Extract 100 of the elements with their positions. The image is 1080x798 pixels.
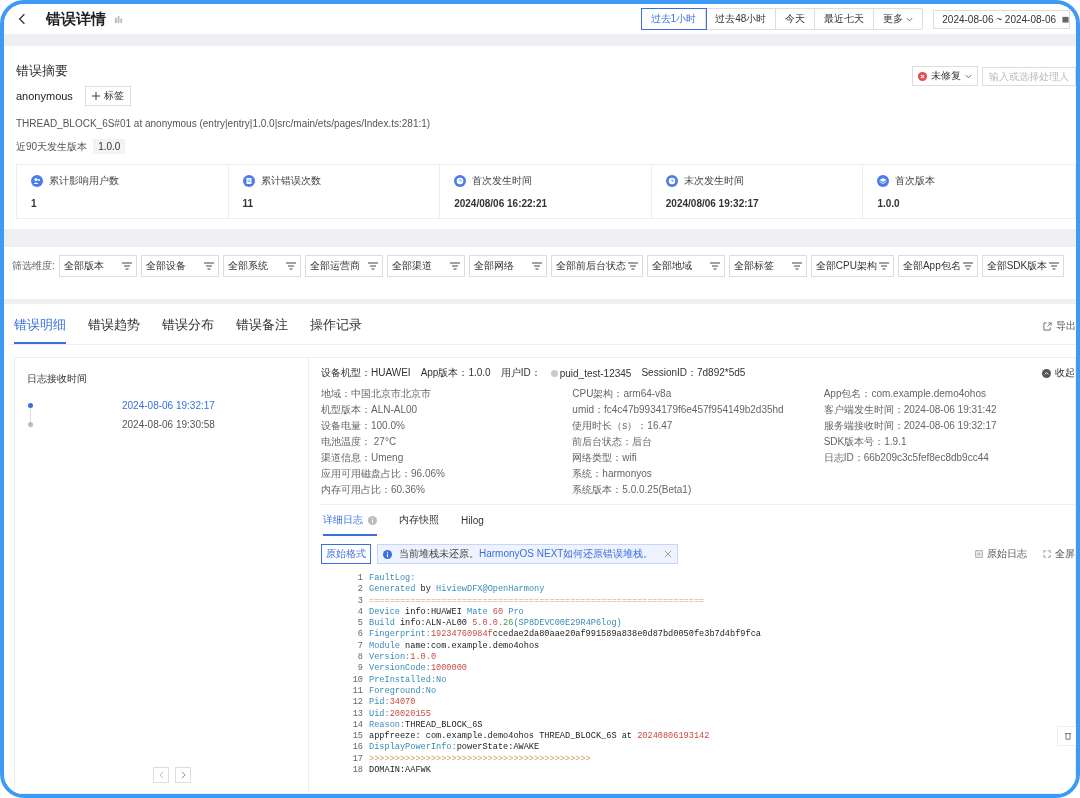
line-number: 9 bbox=[356, 663, 363, 675]
device-detail: 机型版本：ALN-AL00 bbox=[321, 404, 419, 416]
assignee-field[interactable]: 输入或选择处理人 bbox=[982, 66, 1076, 86]
log-tab[interactable]: 详细日志 bbox=[323, 513, 377, 536]
line-number: 14 bbox=[351, 719, 363, 732]
device-info-text: puid_test-12345 bbox=[559, 367, 632, 379]
fullscreen-button[interactable]: 全屏 bbox=[1043, 547, 1075, 561]
line-number: 15 bbox=[351, 731, 363, 743]
device-info-text: 设备机型：HUAWEI bbox=[321, 366, 411, 380]
line-number: 1 bbox=[356, 573, 363, 585]
device-detail: 系统：harmonyos bbox=[572, 468, 653, 480]
filter-dropdown[interactable]: 全部CPU架构 bbox=[810, 255, 894, 277]
device-detail: 设备电量：100.0% bbox=[321, 420, 406, 432]
log-line: ================================================================= bbox=[369, 595, 705, 607]
version-tag: 1.0.0 bbox=[93, 139, 126, 154]
line-number: 6 bbox=[356, 629, 363, 641]
help-link[interactable]: HarmonyOS NEXT如何还原错误堆栈。 bbox=[479, 547, 654, 561]
time-range-tab[interactable]: 过去1小时 bbox=[641, 9, 707, 29]
log-time-item[interactable]: 2024-08-06 19:30:58 bbox=[122, 419, 215, 430]
device-detail: 客户端发生时间：2024-08-06 19:31:42 bbox=[823, 404, 998, 416]
device-detail: CPU架构：arm64-v8a bbox=[572, 388, 673, 400]
stat-label: 首次发生时间 bbox=[472, 174, 533, 188]
time-range-tab[interactable]: 更多 bbox=[874, 9, 923, 29]
log-line: Pid:34070 bbox=[369, 697, 416, 709]
stat-label: 累计错误次数 bbox=[260, 174, 321, 188]
filter-dropdown[interactable]: 全部系统 bbox=[222, 255, 301, 277]
line-number: 11 bbox=[351, 685, 363, 698]
filter-dropdown[interactable]: 全部设备 bbox=[140, 255, 219, 277]
stat-value: 1.0.0 bbox=[877, 198, 901, 209]
line-number: 17 bbox=[351, 753, 363, 766]
filter-dropdown[interactable]: 全部网络 bbox=[468, 255, 547, 277]
time-range-tab[interactable]: 最近七天 bbox=[815, 9, 875, 29]
error-name: anonymous bbox=[16, 90, 73, 102]
filter-dropdown[interactable]: 全部渠道 bbox=[386, 255, 465, 277]
device-info-text: 用户ID： bbox=[500, 366, 541, 380]
device-detail: 日志ID：66b209c3c5fef8ec8db9cc44 bbox=[823, 452, 990, 464]
tab[interactable]: 错误备注 bbox=[236, 316, 288, 344]
log-line: Uid:20020155 bbox=[369, 708, 431, 720]
log-line: Foreground:No bbox=[369, 685, 437, 697]
tab[interactable]: 操作记录 bbox=[310, 316, 362, 344]
log-line: Build info:ALN-AL00 5.0.0.26(SP8DEVC00E29R4P6log) bbox=[369, 618, 622, 629]
log-line: PreInstalled:No bbox=[369, 674, 447, 686]
filter-dropdown[interactable]: 全部App包名 bbox=[897, 255, 978, 277]
device-detail: 电池温度： 27°C bbox=[321, 436, 398, 448]
device-detail: 网络类型：wifi bbox=[572, 452, 638, 464]
log-line: Device info:HUAWEI Mate 60 Pro bbox=[369, 606, 524, 618]
log-time-item[interactable]: 2024-08-06 19:32:17 bbox=[122, 400, 215, 411]
tab[interactable]: 错误明细 bbox=[14, 316, 66, 344]
log-line: DisplayPowerInfo:powerState:AWAKE bbox=[369, 742, 540, 754]
device-detail: 系统版本：5.0.0.25(Beta1) bbox=[572, 484, 693, 496]
log-line: DOMAIN:AAFWK bbox=[369, 765, 431, 777]
log-line: Fingerprint:19234760984fccedae2da80aae20af991589a838e0d87bd0050fe3b7d4bf9fca bbox=[369, 629, 761, 641]
log-tab[interactable]: 内存快照 bbox=[399, 513, 439, 536]
device-detail: 使用时长（s）：16.47 bbox=[572, 420, 674, 432]
stat-value: 2024/08/06 19:32:17 bbox=[665, 198, 760, 209]
tab[interactable]: 错误趋势 bbox=[88, 316, 140, 344]
time-range-tab[interactable]: 今天 bbox=[776, 9, 816, 29]
status-dropdown[interactable]: 未修复 bbox=[912, 66, 978, 86]
device-info-text: SessionID：7d892*5d5 bbox=[641, 366, 746, 380]
device-info-text: App版本：1.0.0 bbox=[420, 366, 491, 380]
line-number: 8 bbox=[356, 652, 363, 664]
device-detail: umid：fc4c47b9934179f6e457f954149b2d35hd bbox=[572, 404, 785, 416]
filter-dropdown[interactable]: 全部地域 bbox=[646, 255, 725, 277]
filter-dropdown[interactable]: 全部运营商 bbox=[304, 255, 383, 277]
line-number: 10 bbox=[351, 674, 363, 686]
raw-log-button[interactable]: 原始日志 bbox=[975, 547, 1027, 561]
page-title: 错误详情 bbox=[46, 9, 106, 29]
add-tag-button[interactable]: 标签 bbox=[84, 86, 131, 106]
device-detail: 应用可用磁盘占比：96.06% bbox=[321, 468, 446, 480]
stat-value: 1 bbox=[31, 198, 38, 209]
time-range-tab[interactable]: 过去48小时 bbox=[706, 9, 777, 29]
notice-text: 当前堆栈未还原。 bbox=[399, 547, 479, 561]
filter-dropdown[interactable]: 全部前后台状态 bbox=[550, 255, 643, 277]
versions-label: 近90天发生版本 bbox=[16, 139, 88, 154]
log-line: Generated by HiviewDFX@OpenHarmony bbox=[369, 584, 545, 596]
line-number: 13 bbox=[351, 708, 363, 720]
line-number: 12 bbox=[351, 697, 363, 709]
device-detail: 内存可用占比：60.36% bbox=[321, 484, 426, 496]
line-number: 4 bbox=[356, 606, 363, 619]
device-detail: 服务端接收时间：2024-08-06 19:32:17 bbox=[823, 420, 998, 432]
device-detail: App包名：com.example.demo4ohos bbox=[823, 388, 987, 400]
stat-value: 2024/08/06 16:22:21 bbox=[454, 198, 549, 209]
collapse-button[interactable]: 收起 bbox=[1042, 366, 1075, 380]
section-title: 错误摘要 bbox=[16, 62, 68, 80]
line-number: 3 bbox=[356, 595, 363, 607]
log-line: FaultLog: bbox=[369, 573, 416, 584]
filter-dropdown[interactable]: 全部SDK版本 bbox=[981, 255, 1065, 277]
line-number: 18 bbox=[351, 765, 363, 777]
log-tab[interactable]: Hilog bbox=[461, 513, 484, 536]
date-range-field[interactable]: 2024-08-06 ~ 2024-08-06 bbox=[933, 9, 1070, 29]
export-button[interactable]: 导出 bbox=[1043, 319, 1076, 333]
raw-format-button[interactable]: 原始格式 bbox=[321, 544, 371, 564]
stat-value: 11 bbox=[242, 198, 255, 209]
filter-dropdown[interactable]: 全部版本 bbox=[58, 255, 137, 277]
log-line: >>>>>>>>>>>>>>>>>>>>>>>>>>>>>>>>>>>>>>>>>>> bbox=[369, 753, 591, 766]
filter-dropdown[interactable]: 全部标签 bbox=[728, 255, 807, 277]
error-description: THREAD_BLOCK_6S#01 at anonymous (entry|entry|1.0.0|src/main/ets/pages/Index.ts:281:1) bbox=[16, 118, 432, 129]
line-number: 5 bbox=[356, 618, 363, 630]
stat-label: 累计影响用户数 bbox=[49, 174, 119, 188]
tab[interactable]: 错误分布 bbox=[162, 316, 214, 344]
